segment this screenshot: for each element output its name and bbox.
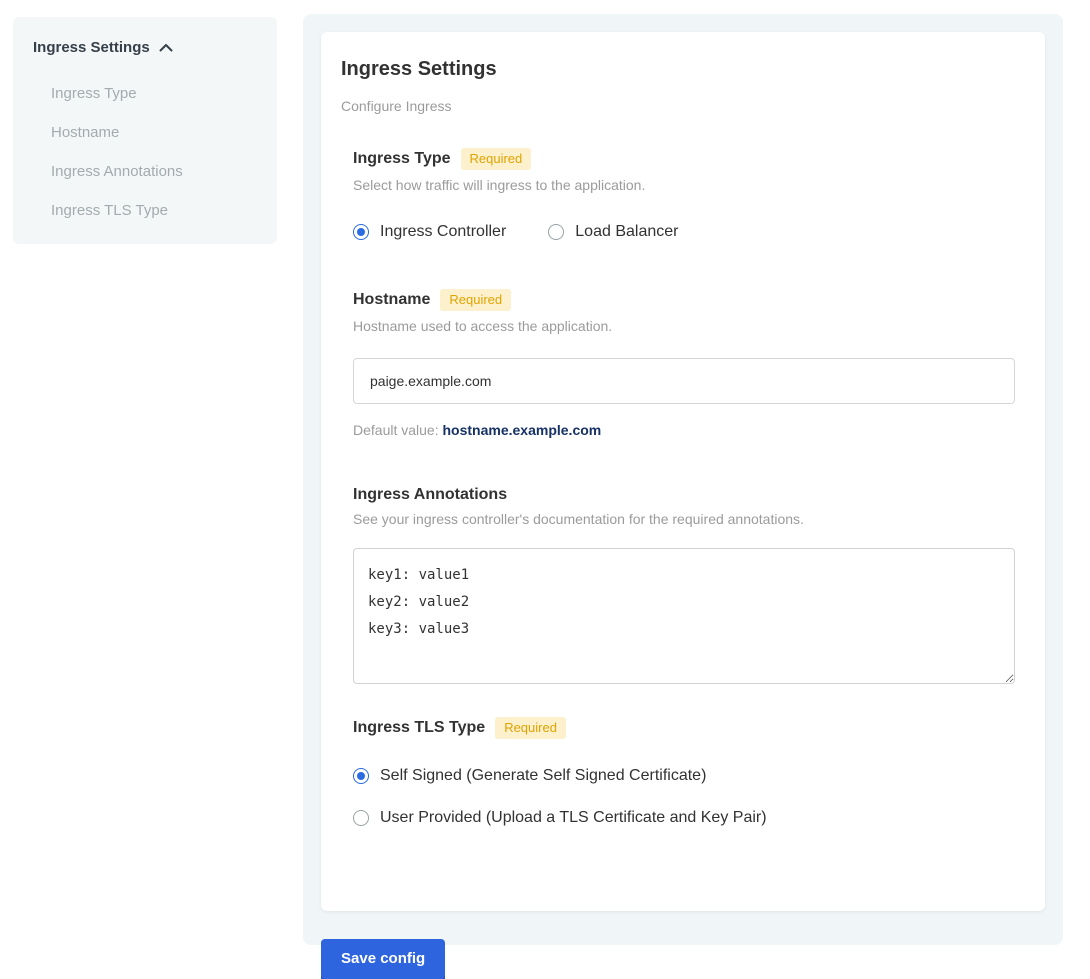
field-ingress-annotations: Ingress Annotations See your ingress con… <box>353 486 1015 689</box>
page-subtitle: Configure Ingress <box>341 98 1025 114</box>
tls-type-options: Self Signed (Generate Self Signed Certif… <box>353 767 1015 827</box>
hostname-label: Hostname <box>353 291 430 309</box>
save-config-button[interactable]: Save config <box>321 939 445 979</box>
field-ingress-tls-type: Ingress TLS Type Required Self Signed (G… <box>353 717 1015 827</box>
page-title: Ingress Settings <box>341 58 1025 81</box>
required-badge: Required <box>440 289 511 311</box>
tls-type-label: Ingress TLS Type <box>353 719 485 737</box>
sidebar-item-ingress-tls-type[interactable]: Ingress TLS Type <box>33 191 257 230</box>
sidebar-item-ingress-annotations[interactable]: Ingress Annotations <box>33 152 257 191</box>
ingress-type-options: Ingress Controller Load Balancer <box>353 223 1015 241</box>
radio-label: Ingress Controller <box>380 223 506 241</box>
required-badge: Required <box>461 148 532 170</box>
radio-circle-icon <box>353 810 369 826</box>
chevron-up-icon <box>159 43 173 52</box>
hostname-label-row: Hostname Required <box>353 289 1015 311</box>
sidebar-group-ingress-settings[interactable]: Ingress Settings <box>33 39 257 56</box>
config-content-panel: Ingress Settings Configure Ingress Ingre… <box>303 14 1063 945</box>
radio-ingress-controller[interactable]: Ingress Controller <box>353 223 506 241</box>
radio-circle-icon <box>353 224 369 240</box>
radio-label: User Provided (Upload a TLS Certificate … <box>380 809 767 827</box>
annotations-label-row: Ingress Annotations <box>353 486 1015 504</box>
hostname-default-line: Default value: hostname.example.com <box>353 422 1015 438</box>
radio-user-provided[interactable]: User Provided (Upload a TLS Certificate … <box>353 809 1015 827</box>
hostname-help: Hostname used to access the application. <box>353 318 1015 334</box>
radio-self-signed[interactable]: Self Signed (Generate Self Signed Certif… <box>353 767 1015 785</box>
config-card: Ingress Settings Configure Ingress Ingre… <box>321 32 1045 911</box>
radio-load-balancer[interactable]: Load Balancer <box>548 223 678 241</box>
field-hostname: Hostname Required Hostname used to acces… <box>353 289 1015 438</box>
config-nav-sidebar: Ingress Settings Ingress Type Hostname I… <box>13 17 277 244</box>
radio-label: Self Signed (Generate Self Signed Certif… <box>380 767 706 785</box>
default-value-link[interactable]: hostname.example.com <box>443 422 602 438</box>
ingress-type-label-row: Ingress Type Required <box>353 148 1015 170</box>
field-ingress-type: Ingress Type Required Select how traffic… <box>353 148 1015 241</box>
sidebar-item-ingress-type[interactable]: Ingress Type <box>33 74 257 113</box>
radio-label: Load Balancer <box>575 223 678 241</box>
sidebar-item-hostname[interactable]: Hostname <box>33 113 257 152</box>
default-value-prefix: Default value: <box>353 422 439 438</box>
config-fields: Ingress Type Required Select how traffic… <box>353 148 1015 827</box>
radio-circle-icon <box>353 768 369 784</box>
annotations-label: Ingress Annotations <box>353 486 507 504</box>
tls-type-label-row: Ingress TLS Type Required <box>353 717 1015 739</box>
ingress-type-help: Select how traffic will ingress to the a… <box>353 177 1015 193</box>
ingress-type-label: Ingress Type <box>353 150 451 168</box>
sidebar-group-label: Ingress Settings <box>33 39 150 56</box>
required-badge: Required <box>495 717 566 739</box>
sidebar-nav: Ingress Type Hostname Ingress Annotation… <box>33 74 257 230</box>
annotations-help: See your ingress controller's documentat… <box>353 511 1015 527</box>
annotations-textarea[interactable]: key1: value1 key2: value2 key3: value3 <box>353 548 1015 684</box>
radio-circle-icon <box>548 224 564 240</box>
hostname-input[interactable] <box>353 358 1015 404</box>
